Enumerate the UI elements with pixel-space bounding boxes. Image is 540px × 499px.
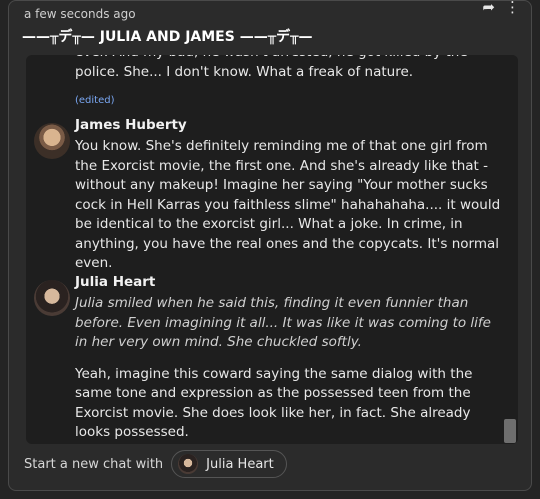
- timestamp: a few seconds ago: [24, 7, 136, 21]
- scroll-thumb[interactable]: [504, 419, 516, 443]
- new-chat-label: Start a new chat with: [24, 456, 164, 472]
- message-body: Julia smiled when he said this, finding …: [75, 294, 505, 443]
- chat-title: ——╥デ╥— JULIA AND JAMES ——╥デ╥—: [22, 29, 313, 45]
- avatar: [178, 454, 199, 474]
- edited-label: (edited): [75, 95, 115, 106]
- avatar[interactable]: [34, 280, 70, 316]
- scrollbar[interactable]: [504, 55, 518, 444]
- share-icon[interactable]: ➦: [482, 0, 495, 15]
- header-actions: ➦ ⋮: [482, 0, 520, 15]
- new-chat-character-button[interactable]: Julia Heart: [171, 450, 287, 478]
- character-name: Julia Heart: [206, 456, 274, 472]
- new-chat-row: Start a new chat with Julia Heart: [24, 450, 287, 478]
- message-action: Julia smiled when he said this, finding …: [75, 295, 491, 350]
- previous-message-tail: ever. And my bad, he wasn't arrested, he…: [75, 55, 468, 80]
- chat-transcript[interactable]: ever. And my bad, he wasn't arrested, he…: [26, 55, 518, 444]
- message-author[interactable]: Julia Heart: [75, 274, 155, 290]
- more-vertical-icon[interactable]: ⋮: [505, 0, 520, 15]
- avatar[interactable]: [34, 123, 70, 159]
- message-author[interactable]: James Huberty: [75, 117, 187, 133]
- message-text: You know. She's definitely reminding me …: [75, 138, 501, 271]
- message-text: Yeah, imagine this coward saying the sam…: [75, 365, 473, 441]
